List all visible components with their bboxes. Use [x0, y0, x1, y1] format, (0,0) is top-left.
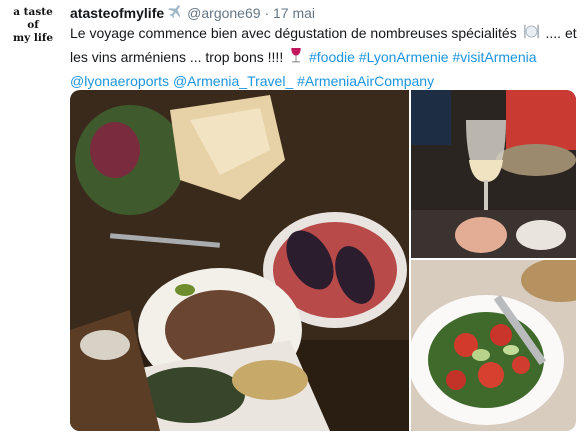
media-grid: [70, 90, 576, 431]
separator: ·: [264, 5, 270, 21]
user-handle[interactable]: @argone69: [187, 5, 260, 21]
avatar[interactable]: a taste of my life: [8, 6, 58, 54]
display-name[interactable]: atasteofmylife: [70, 5, 164, 21]
tweet-header: atasteofmylife @argone69 · 17 mai: [70, 3, 315, 24]
hashtag-link[interactable]: #visitArmenia: [452, 49, 536, 65]
hashtag-link[interactable]: #foodie: [309, 49, 355, 65]
timestamp[interactable]: 17 mai: [273, 5, 315, 21]
photo-wine-glass[interactable]: [411, 90, 576, 258]
fork-knife-plate-icon: [523, 23, 540, 46]
hashtag-link[interactable]: #ArmeniaAirCompany: [297, 73, 434, 89]
mention-link[interactable]: @Armenia_Travel_: [173, 73, 293, 89]
tweet-text-part: Le voyage commence bien avec dégustation…: [70, 25, 517, 41]
photo-food-spread[interactable]: [70, 90, 409, 431]
wine-glass-icon: [289, 47, 303, 70]
hashtag-link[interactable]: #LyonArmenie: [359, 49, 449, 65]
avatar-line: of: [27, 19, 39, 31]
tweet-text: Le voyage commence bien avec dégustation…: [70, 22, 580, 92]
airplane-icon: [167, 3, 184, 24]
mention-link[interactable]: @lyonaeroports: [70, 73, 169, 89]
photo-salad[interactable]: [411, 260, 576, 431]
avatar-line: my life: [12, 32, 54, 44]
avatar-line: a taste: [13, 6, 53, 18]
